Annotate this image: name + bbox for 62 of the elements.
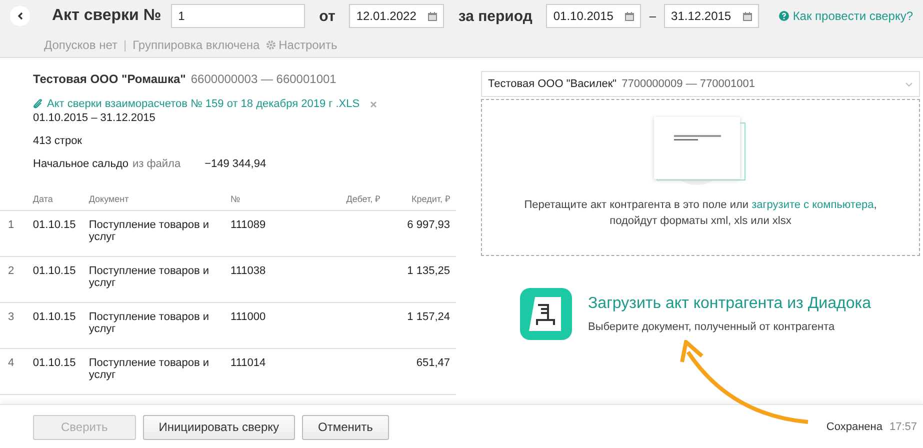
period-label: за период bbox=[458, 8, 532, 24]
caret-icon bbox=[905, 82, 913, 86]
settings-status: Группировка включена bbox=[132, 38, 260, 52]
dash: – bbox=[649, 9, 656, 23]
row-number: 1 bbox=[0, 210, 33, 256]
table-cell: Поступление товаров и услуг bbox=[88, 210, 231, 256]
table-cell: 6 997,93 bbox=[380, 210, 456, 256]
settings-status: Допусков нет bbox=[44, 38, 118, 52]
action-button[interactable]: Отменить bbox=[302, 414, 389, 440]
column-header: Дебет, ₽ bbox=[330, 188, 380, 210]
table-cell: Поступление товаров и услуг bbox=[88, 348, 231, 394]
table-cell: 01.10.15 bbox=[32, 256, 89, 302]
date-label: от bbox=[319, 8, 336, 24]
table-cell: 1 135,25 bbox=[380, 256, 456, 302]
number-field[interactable]: 1 bbox=[171, 4, 306, 28]
table-cell: 1 157,24 bbox=[380, 302, 456, 348]
row-number: 3 bbox=[0, 302, 33, 348]
paperclip-icon bbox=[33, 99, 43, 109]
column-header: Дата bbox=[32, 188, 89, 210]
help-icon bbox=[778, 11, 789, 21]
file-period: 01.10.2015 – 31.12.2015 bbox=[33, 112, 156, 124]
balance-value: −149 344,94 bbox=[204, 158, 266, 170]
settings-icon bbox=[266, 40, 276, 50]
chevron-left-icon bbox=[17, 12, 23, 20]
save-status: Сохранена bbox=[826, 421, 882, 433]
close-icon[interactable] bbox=[370, 100, 377, 108]
company-name: Тестовая ООО "Ромашка" bbox=[33, 72, 186, 86]
diadoc-subtitle: Выберите документ, полученный от контрагента bbox=[588, 321, 836, 333]
drop-instructions: Перетащите акт контрагента в это поле или загрузите с компьютера, подойдут форматы xml, xls или xlsx bbox=[523, 198, 878, 229]
company-codes: 6600000003 — 660001001 bbox=[190, 72, 336, 86]
action-button[interactable]: Инициировать сверку bbox=[142, 414, 296, 440]
table-cell: 111014 bbox=[230, 348, 330, 394]
back-button[interactable] bbox=[10, 6, 30, 26]
save-time: 17:57 bbox=[889, 421, 917, 433]
column-header: Документ bbox=[88, 188, 231, 210]
balance-label: Начальное сальдо bbox=[33, 158, 128, 170]
table-cell: 111038 bbox=[230, 256, 330, 302]
separator: | bbox=[123, 38, 127, 52]
page-title: Акт сверки № bbox=[52, 7, 162, 25]
table-cell: 01.10.15 bbox=[32, 302, 89, 348]
column-header: Кредит, ₽ bbox=[380, 188, 456, 210]
calendar-icon[interactable] bbox=[743, 12, 752, 20]
rows-count: 413 строк bbox=[33, 135, 83, 147]
table-cell: 111000 bbox=[230, 302, 330, 348]
row-number: 4 bbox=[0, 348, 33, 394]
drop-zone[interactable]: Перетащите акт контрагента в это поле или загрузите с компьютера, подойдут форматы xml, xls или xlsx bbox=[481, 99, 920, 256]
date-field[interactable]: 01.10.2015 bbox=[546, 4, 642, 28]
table-cell: Поступление товаров и услуг bbox=[88, 256, 231, 302]
table-cell: Поступление товаров и услуг bbox=[88, 302, 231, 348]
date-field[interactable]: 31.12.2015 bbox=[664, 4, 760, 28]
table-cell: 111089 bbox=[230, 210, 330, 256]
calendar-icon[interactable] bbox=[428, 12, 438, 20]
table-cell: 01.10.15 bbox=[32, 348, 89, 394]
column-header: № bbox=[230, 188, 330, 210]
diadoc-app-icon[interactable] bbox=[520, 288, 572, 340]
calendar-icon[interactable] bbox=[625, 12, 634, 20]
balance-source: из файла bbox=[132, 158, 181, 170]
row-number: 2 bbox=[0, 256, 33, 302]
counterparty-select[interactable]: Тестовая ООО "Василек" 7700000009 — 770001001 bbox=[481, 71, 920, 97]
table-cell: 651,47 bbox=[380, 348, 456, 394]
table-cell: 01.10.15 bbox=[32, 210, 89, 256]
date-field[interactable]: 12.01.2022 bbox=[349, 4, 444, 28]
